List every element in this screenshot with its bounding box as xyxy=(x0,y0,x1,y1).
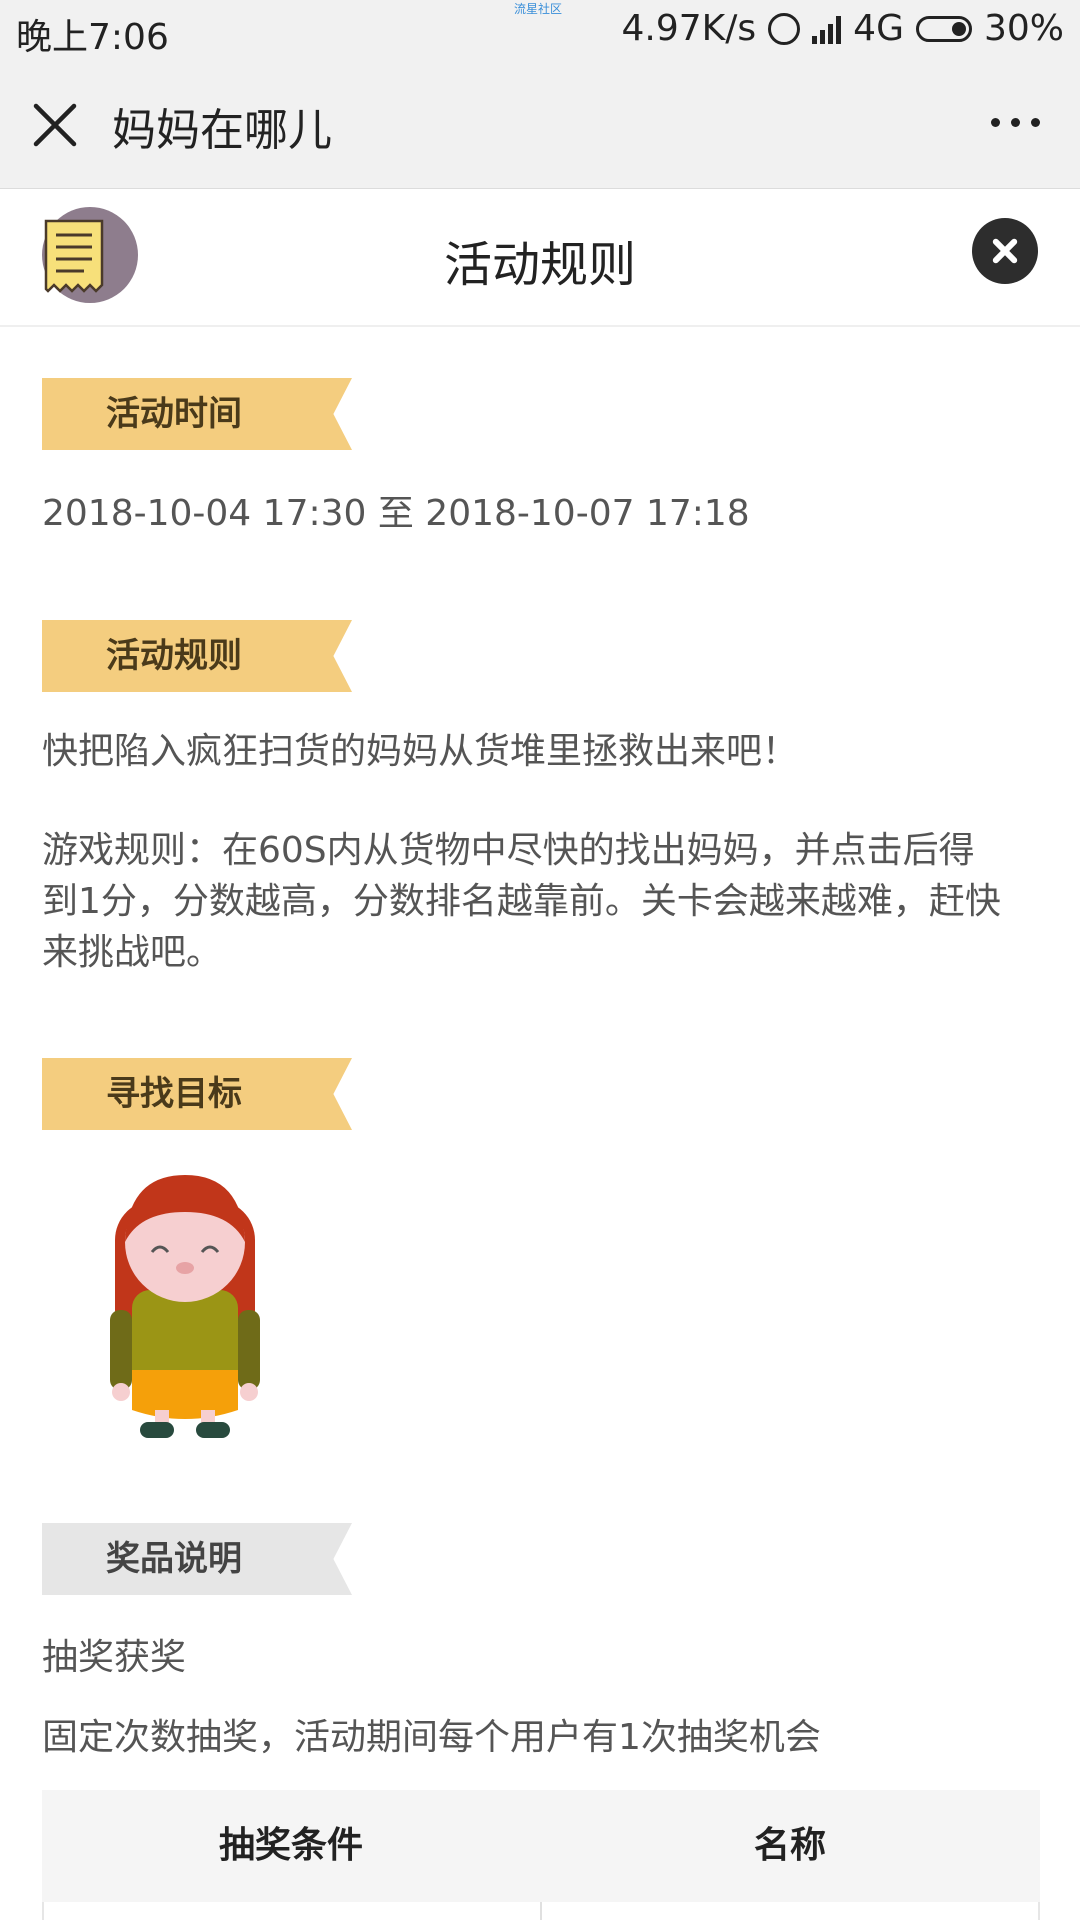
table-header-condition: 抽奖条件 xyxy=(218,1825,363,1866)
table-header-name: 名称 xyxy=(753,1825,826,1866)
rules-line-2: 到1分，分数越高，分数排名越靠前。关卡会越来越难，赶快 xyxy=(42,881,1001,922)
signal-icon xyxy=(812,14,842,44)
prize-description: 固定次数抽奖，活动期间每个用户有1次抽奖机会 xyxy=(42,1717,821,1758)
modal-header: 活动规则 xyxy=(0,189,1080,327)
battery-level: 30% xyxy=(983,8,1064,49)
modal-close-button[interactable] xyxy=(972,218,1038,284)
section-label-target: 寻找目标 xyxy=(42,1058,352,1130)
section-label-time: 活动时间 xyxy=(42,378,352,450)
rules-intro: 快把陷入疯狂扫货的妈妈从货堆里拯救出来吧！ xyxy=(42,731,799,772)
table-column-divider xyxy=(540,1902,542,1920)
more-menu-icon[interactable] xyxy=(991,118,1040,127)
rules-line-1: 游戏规则：在60S内从货物中尽快的找出妈妈，并点击后得 xyxy=(42,830,975,871)
status-time: 晚上7:06 xyxy=(16,17,169,58)
section-label-rules: 活动规则 xyxy=(42,620,352,692)
network-type: 4G xyxy=(853,8,904,49)
network-speed: 4.97K/s xyxy=(621,8,757,49)
mom-character-image xyxy=(110,1175,260,1438)
page-title: 妈妈在哪儿 xyxy=(112,105,332,156)
status-bar: 晚上7:06 流星社区 4.97K/s 4G 30% xyxy=(0,0,1080,60)
prize-type: 抽奖获奖 xyxy=(42,1637,187,1678)
rules-line-3: 来挑战吧。 xyxy=(42,932,223,973)
title-bar: 妈妈在哪儿 xyxy=(0,60,1080,189)
status-indicators: 4.97K/s 4G 30% xyxy=(622,8,1064,49)
modal-title: 活动规则 xyxy=(443,237,636,293)
prize-table: 抽奖条件 名称 xyxy=(42,1790,1040,1920)
close-icon[interactable] xyxy=(30,100,80,150)
status-center-text: 流星社区 xyxy=(514,2,563,16)
alarm-icon xyxy=(768,12,801,45)
activity-time-value: 2018-10-04 17:30 至 2018-10-07 17:18 xyxy=(42,493,750,534)
section-label-prize: 奖品说明 xyxy=(42,1523,352,1595)
battery-icon xyxy=(915,15,972,42)
